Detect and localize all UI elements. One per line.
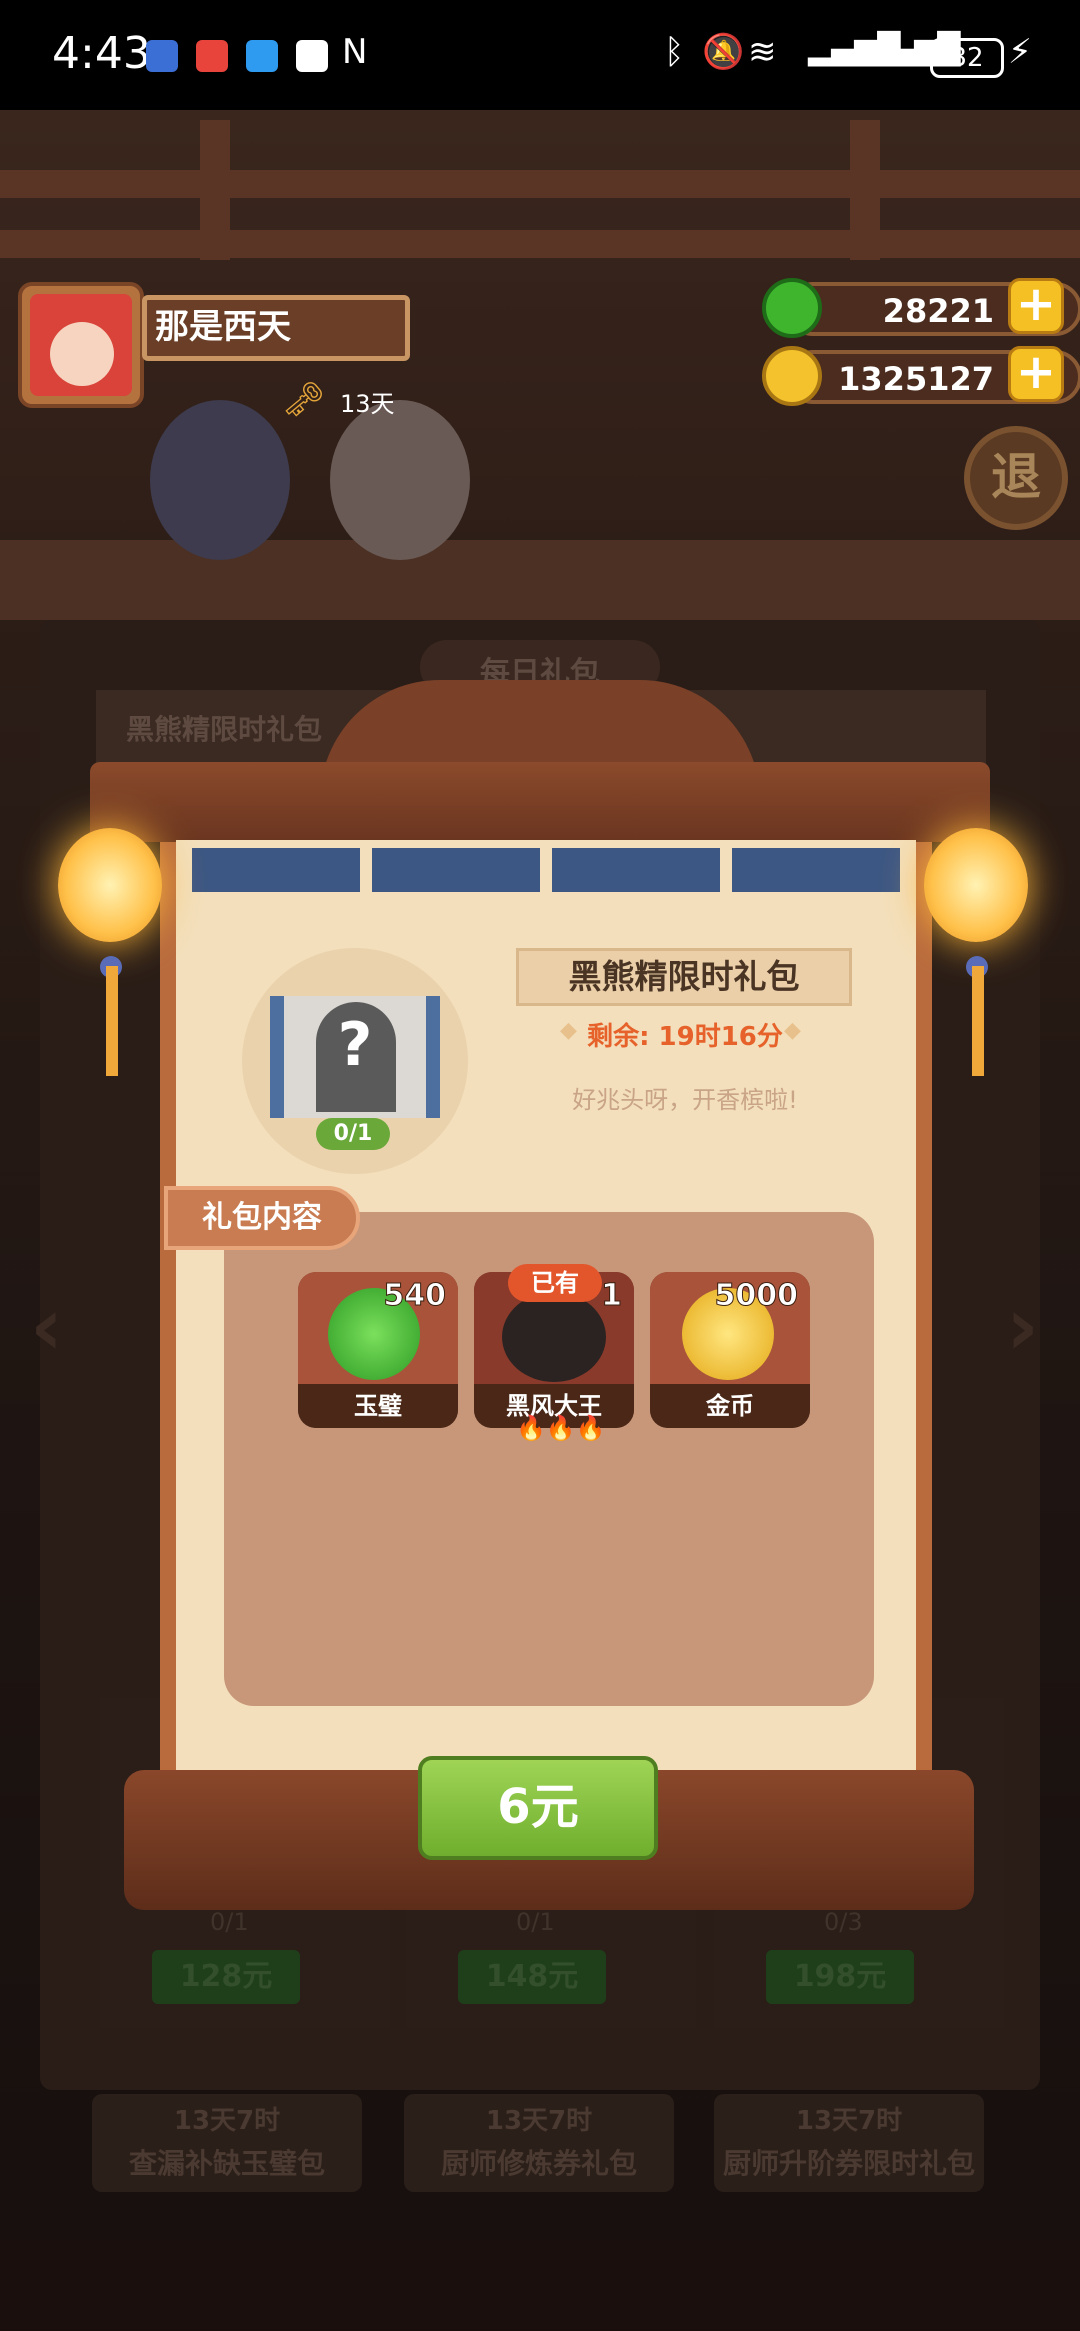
item-count: 1	[601, 1278, 623, 1314]
price-button[interactable]: 198元	[766, 1950, 914, 2004]
contents-label: 礼包内容	[164, 1186, 360, 1250]
item-count: 540	[383, 1278, 447, 1314]
roof-beam	[0, 230, 1080, 258]
exit-button[interactable]: 退	[964, 426, 1068, 530]
gift-tag-name: 厨师升阶券限时礼包	[722, 2147, 975, 2180]
bluetooth-icon: ᛒ	[664, 32, 685, 72]
diamond-icon: ◆	[784, 1018, 801, 1043]
gold-amount: 1325127	[838, 360, 994, 398]
jade-amount: 28221	[882, 292, 994, 330]
black-bear-icon	[502, 1292, 606, 1382]
card-progress: 0/3	[824, 1908, 863, 1936]
gift-tag[interactable]: 13天7时 厨师升阶券限时礼包	[714, 2094, 984, 2192]
player-avatar[interactable]	[18, 282, 144, 408]
wave-pattern	[732, 848, 900, 892]
card-progress: 0/1	[210, 1908, 249, 1936]
gift-tag[interactable]: 13天7时 查漏补缺玉璧包	[92, 2094, 362, 2192]
bottom-bar	[0, 2240, 1080, 2331]
gift-tag-name: 查漏补缺玉璧包	[128, 2147, 325, 2180]
lantern-icon	[924, 828, 1028, 942]
nfc-icon: N	[342, 32, 368, 72]
status-bar: 4:43 N ᛒ 🔕 ≋ ▂▄▆█ ▂▄▆█ 32 ⚡	[0, 0, 1080, 110]
gift-tag-timer: 13天7时	[173, 2106, 281, 2136]
days-counter: 13天	[340, 390, 395, 418]
lantern-tassel	[972, 966, 984, 1076]
roof-post	[850, 120, 880, 260]
buy-button[interactable]: 6元	[418, 1756, 658, 1860]
npc-character	[330, 400, 470, 560]
modal-title: 黑熊精限时礼包	[516, 948, 852, 1006]
remaining-time: 剩余: 19时16分	[587, 1022, 783, 1052]
mute-icon: 🔕	[702, 32, 745, 72]
add-gold-button[interactable]: +	[1008, 346, 1064, 402]
flame-rating-icon: 🔥🔥🔥	[516, 1414, 606, 1442]
battery-indicator: 32	[930, 38, 1004, 78]
roof-beam	[0, 170, 1080, 198]
npc-character	[150, 400, 290, 560]
counter-shelf	[0, 540, 1080, 620]
lantern-tassel	[106, 966, 118, 1076]
add-jade-button[interactable]: +	[1008, 278, 1064, 334]
roof-post	[200, 120, 230, 260]
gift-tag[interactable]: 13天7时 厨师修炼券礼包	[404, 2094, 674, 2192]
app-notification-icon	[196, 40, 228, 72]
modal-top-board	[90, 762, 990, 842]
gift-tag-timer: 13天7时	[795, 2106, 903, 2136]
key-icon: 🗝	[282, 380, 326, 420]
question-mark-icon: ?	[337, 1010, 373, 1080]
lantern-icon	[58, 828, 162, 942]
price-button[interactable]: 148元	[458, 1950, 606, 2004]
charging-icon: ⚡	[1008, 32, 1032, 72]
app-notification-icon	[146, 40, 178, 72]
status-time: 4:43	[52, 28, 151, 79]
avatar-face	[50, 322, 114, 386]
player-name: 那是西天	[142, 295, 410, 361]
gift-tag-name: 厨师修炼券礼包	[440, 2147, 637, 2180]
modal-subtitle: 好兆头呀，开香槟啦!	[572, 1086, 798, 1114]
item-name: 玉璧	[298, 1384, 458, 1428]
wave-pattern	[372, 848, 540, 892]
reward-item-gold[interactable]: 5000 金币	[650, 1272, 810, 1428]
next-arrow-icon[interactable]: ›	[1006, 1280, 1039, 1373]
wave-pattern	[552, 848, 720, 892]
item-name: 金币	[650, 1384, 810, 1428]
list-header-title: 黑熊精限时礼包	[126, 713, 323, 746]
wifi-icon: ≋	[748, 32, 777, 72]
item-count: 5000	[714, 1278, 798, 1314]
purchase-progress: 0/1	[316, 1118, 390, 1150]
reward-item-jade[interactable]: 540 玉璧	[298, 1272, 458, 1428]
owned-badge: 已有	[508, 1264, 602, 1302]
wave-pattern	[192, 848, 360, 892]
jade-icon	[762, 278, 822, 338]
gift-tag-timer: 13天7时	[485, 2106, 593, 2136]
previous-arrow-icon[interactable]: ‹	[30, 1280, 63, 1373]
gold-coin-icon	[762, 346, 822, 406]
price-button[interactable]: 128元	[152, 1950, 300, 2004]
app-notification-icon	[296, 40, 328, 72]
chat-notification-icon	[246, 40, 278, 72]
card-progress: 0/1	[516, 1908, 555, 1936]
